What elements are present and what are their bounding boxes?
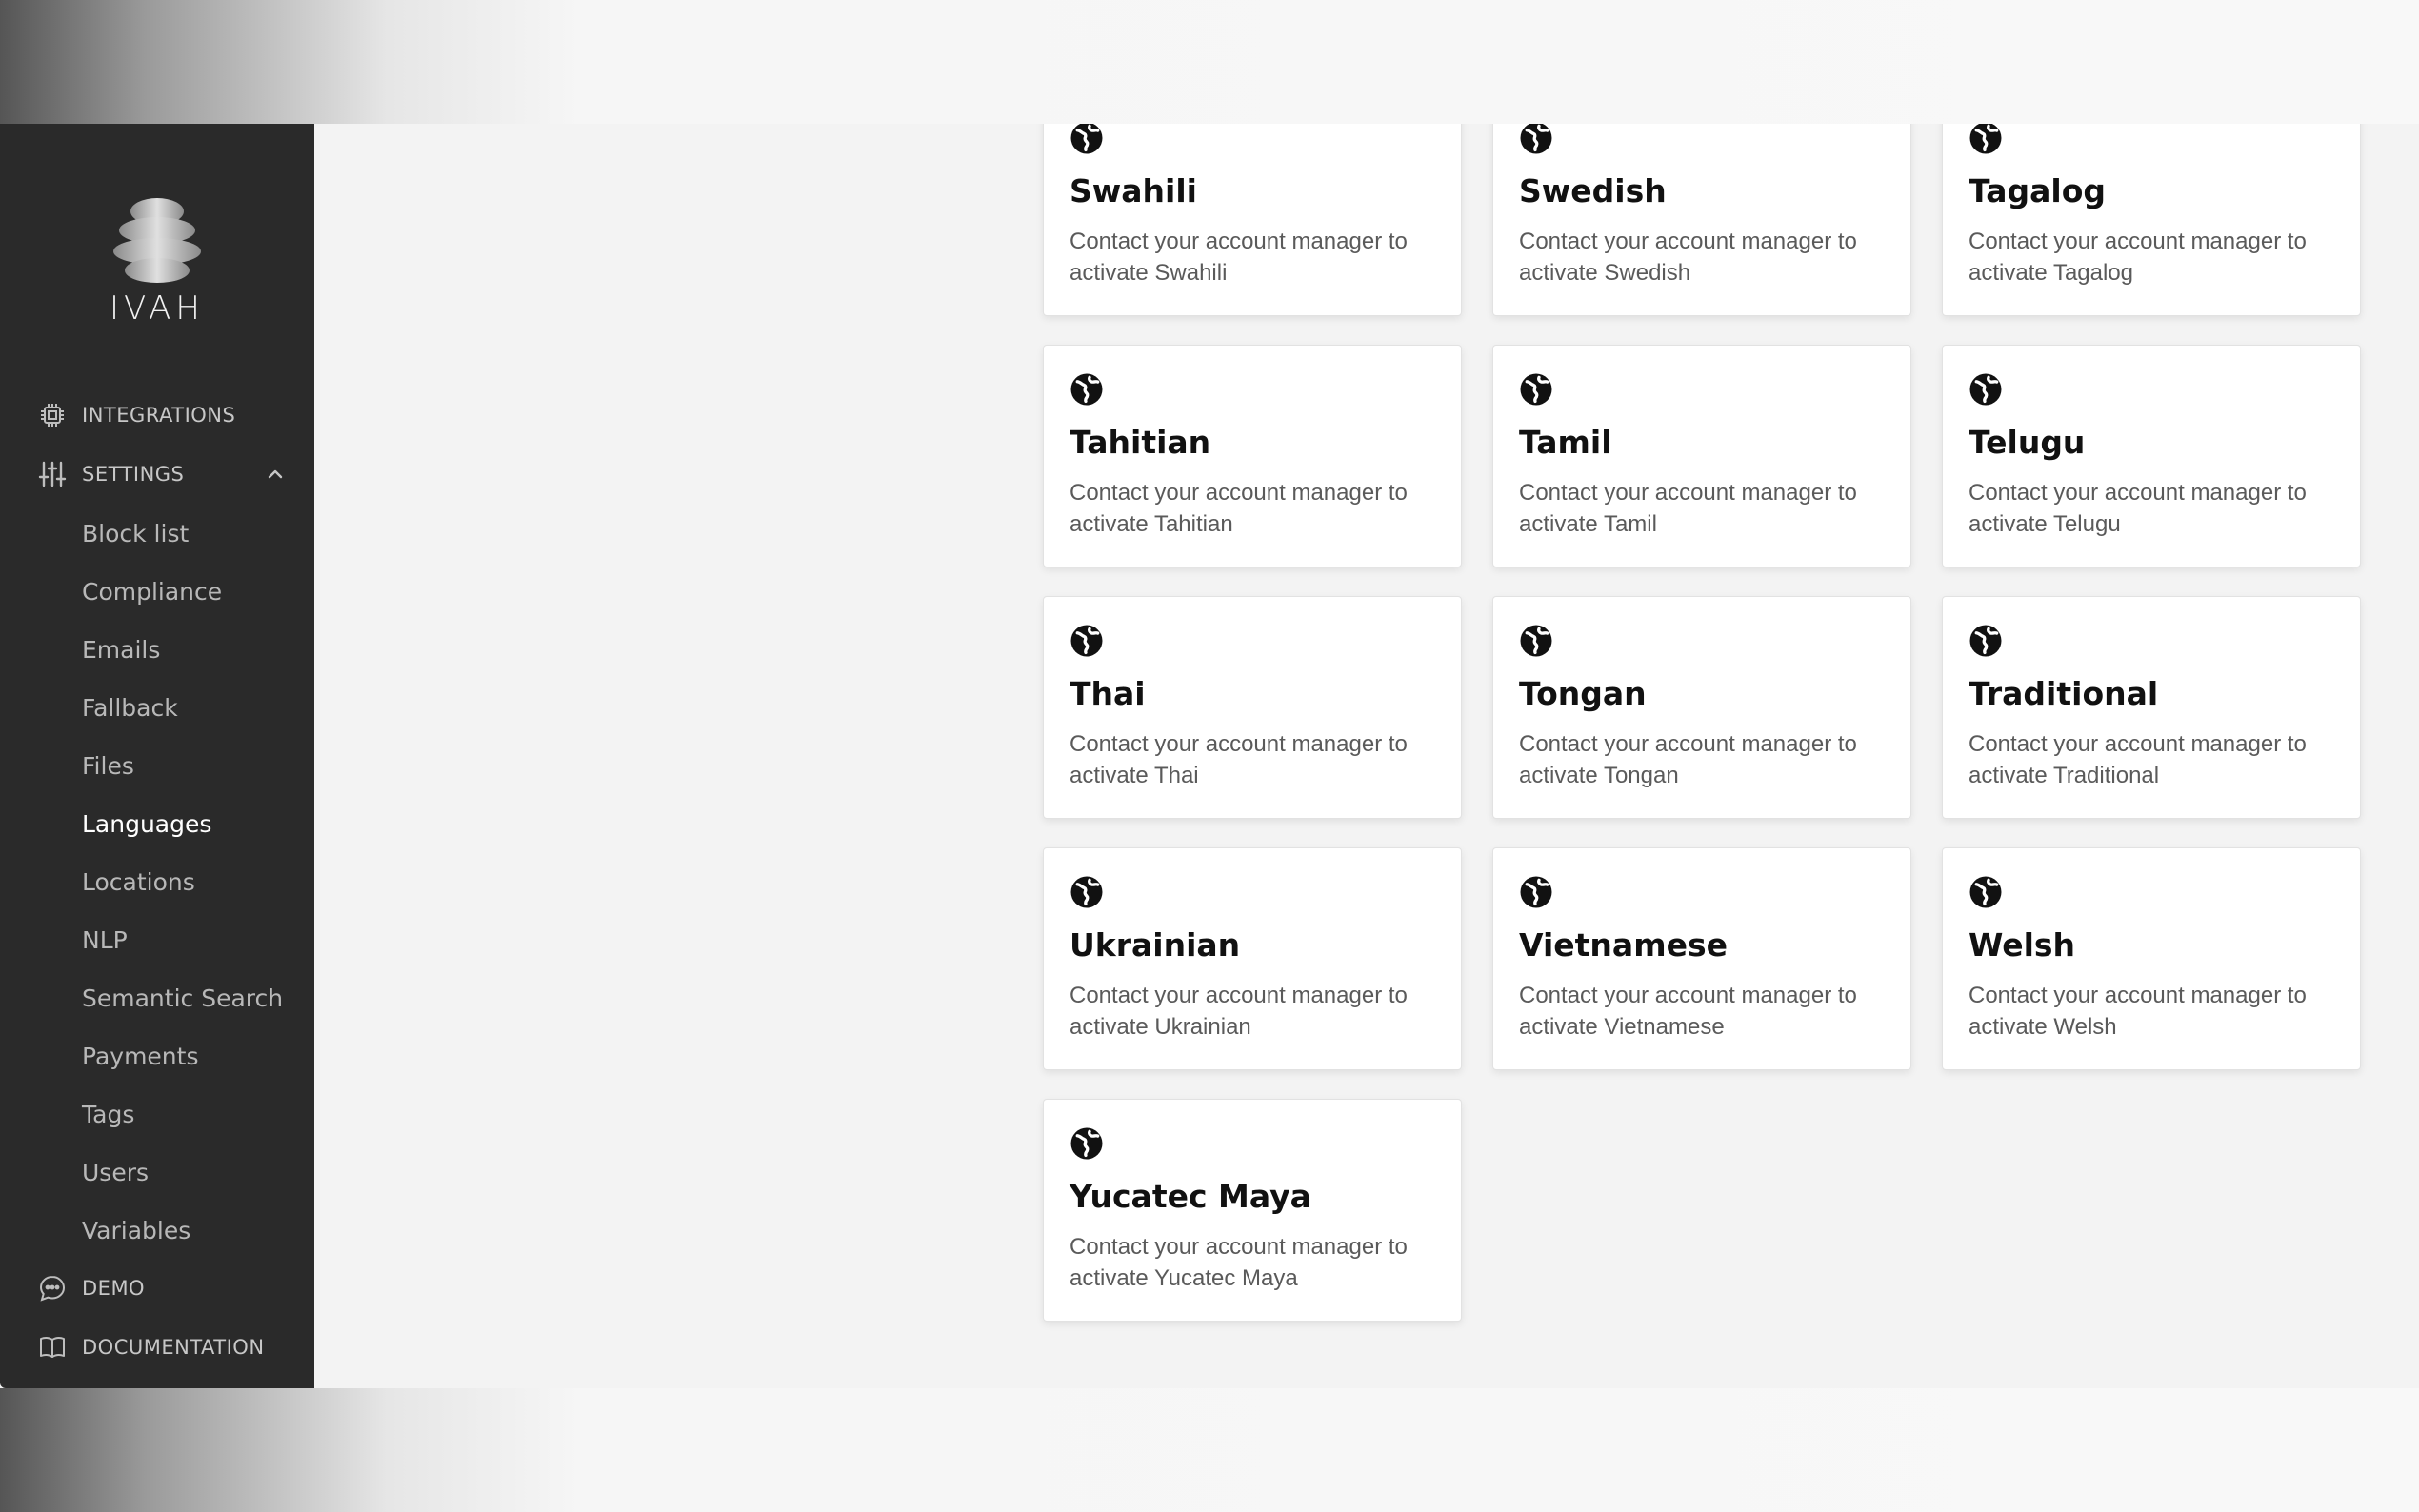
language-card-swahili[interactable]: Swahili Contact your account manager to …	[1043, 124, 1462, 316]
language-name: Ukrainian	[1070, 926, 1241, 964]
globe-icon	[1070, 124, 1103, 154]
language-card-traditional[interactable]: Traditional Contact your account manager…	[1942, 596, 2361, 819]
language-name: Yucatec Maya	[1070, 1178, 1311, 1215]
language-name: Thai	[1070, 675, 1146, 712]
globe-icon	[1070, 1127, 1103, 1160]
sidebar-item-variables[interactable]: Variables	[82, 1211, 190, 1249]
sidebar-item-tags[interactable]: Tags	[82, 1095, 134, 1133]
sidebar-item-languages[interactable]: Languages	[82, 805, 211, 843]
language-card-tahitian[interactable]: Tahitian Contact your account manager to…	[1043, 345, 1462, 567]
language-card-welsh[interactable]: Welsh Contact your account manager to ac…	[1942, 847, 2361, 1070]
language-description: Contact your account manager to activate…	[1070, 983, 1408, 1040]
globe-icon	[1070, 876, 1103, 908]
language-name: Vietnamese	[1519, 926, 1728, 964]
sliders-icon	[38, 461, 67, 487]
language-name: Swahili	[1070, 172, 1197, 209]
main-content: Swahili Contact your account manager to …	[314, 124, 2419, 1388]
language-name: Swedish	[1519, 172, 1667, 209]
chip-icon	[41, 404, 64, 427]
nav-demo-label: DEMO	[82, 1277, 146, 1300]
nav-integrations[interactable]: INTEGRATIONS	[38, 396, 286, 434]
language-card-ukrainian[interactable]: Ukrainian Contact your account manager t…	[1043, 847, 1462, 1070]
language-name: Welsh	[1969, 926, 2076, 964]
logo-icon	[113, 198, 201, 283]
language-description: Contact your account manager to activate…	[1969, 731, 2307, 788]
chevron-up-icon[interactable]	[265, 464, 286, 485]
nav-documentation[interactable]: DOCUMENTATION	[38, 1328, 286, 1366]
language-card-swedish[interactable]: Swedish Contact your account manager to …	[1492, 124, 1911, 316]
language-card-tamil[interactable]: Tamil Contact your account manager to ac…	[1492, 345, 1911, 567]
globe-icon	[1070, 625, 1103, 657]
book-icon	[40, 1336, 65, 1358]
language-name: Telugu	[1969, 424, 2086, 461]
window-top-frame	[0, 0, 2419, 124]
nav-settings[interactable]: SETTINGS	[38, 455, 286, 493]
globe-icon	[1520, 625, 1552, 657]
language-card-thai[interactable]: Thai Contact your account manager to act…	[1043, 596, 1462, 819]
language-card-tongan[interactable]: Tongan Contact your account manager to a…	[1492, 596, 1911, 819]
language-description: Contact your account manager to activate…	[1070, 229, 1408, 286]
sidebar-item-locations[interactable]: Locations	[82, 863, 195, 901]
language-description: Contact your account manager to activate…	[1969, 983, 2307, 1040]
language-description: Contact your account manager to activate…	[1519, 480, 1857, 537]
sidebar-item-payments[interactable]: Payments	[82, 1037, 198, 1075]
language-name: Tamil	[1519, 424, 1612, 461]
globe-icon	[1520, 373, 1552, 406]
language-description: Contact your account manager to activate…	[1519, 983, 1857, 1040]
window-bottom-frame	[0, 1388, 2419, 1512]
globe-icon	[1969, 373, 2002, 406]
language-card-vietnamese[interactable]: Vietnamese Contact your account manager …	[1492, 847, 1911, 1070]
language-description: Contact your account manager to activate…	[1519, 731, 1857, 788]
nav-documentation-label: DOCUMENTATION	[82, 1336, 265, 1359]
language-description: Contact your account manager to activate…	[1969, 480, 2307, 537]
language-name: Tahitian	[1070, 424, 1211, 461]
language-description: Contact your account manager to activate…	[1070, 1234, 1408, 1291]
nav-integrations-label: INTEGRATIONS	[82, 404, 236, 427]
language-name: Tongan	[1519, 675, 1647, 712]
language-name: Tagalog	[1969, 172, 2107, 209]
nav-settings-label: SETTINGS	[82, 463, 185, 486]
language-description: Contact your account manager to activate…	[1070, 480, 1408, 537]
globe-icon	[1520, 124, 1552, 154]
language-card-yucatec-maya[interactable]: Yucatec Maya Contact your account manage…	[1043, 1099, 1462, 1322]
sidebar-item-files[interactable]: Files	[82, 746, 134, 785]
sidebar-item-compliance[interactable]: Compliance	[82, 572, 222, 610]
sidebar: IVAH INTEGRATIONS SETTINGS Block list Co…	[0, 124, 314, 1388]
sidebar-item-block-list[interactable]: Block list	[82, 514, 189, 552]
globe-icon	[1969, 625, 2002, 657]
globe-icon	[1070, 373, 1103, 406]
sidebar-item-nlp[interactable]: NLP	[82, 921, 128, 959]
nav-demo[interactable]: DEMO	[38, 1269, 286, 1307]
sidebar-item-fallback[interactable]: Fallback	[82, 688, 178, 726]
language-description: Contact your account manager to activate…	[1969, 229, 2307, 286]
globe-icon	[1969, 876, 2002, 908]
language-description: Contact your account manager to activate…	[1070, 731, 1408, 788]
language-card-tagalog[interactable]: Tagalog Contact your account manager to …	[1942, 124, 2361, 316]
language-card-telugu[interactable]: Telugu Contact your account manager to a…	[1942, 345, 2361, 567]
chat-bubble-icon	[39, 1275, 66, 1302]
sidebar-item-users[interactable]: Users	[82, 1153, 149, 1191]
sidebar-item-emails[interactable]: Emails	[82, 630, 160, 668]
language-description: Contact your account manager to activate…	[1519, 229, 1857, 286]
globe-icon	[1969, 124, 2002, 154]
globe-icon	[1520, 876, 1552, 908]
sidebar-item-semantic-search[interactable]: Semantic Search	[82, 979, 283, 1017]
language-name: Traditional	[1969, 675, 2159, 712]
logo-text: IVAH	[110, 289, 205, 328]
logo[interactable]: IVAH	[0, 198, 314, 328]
